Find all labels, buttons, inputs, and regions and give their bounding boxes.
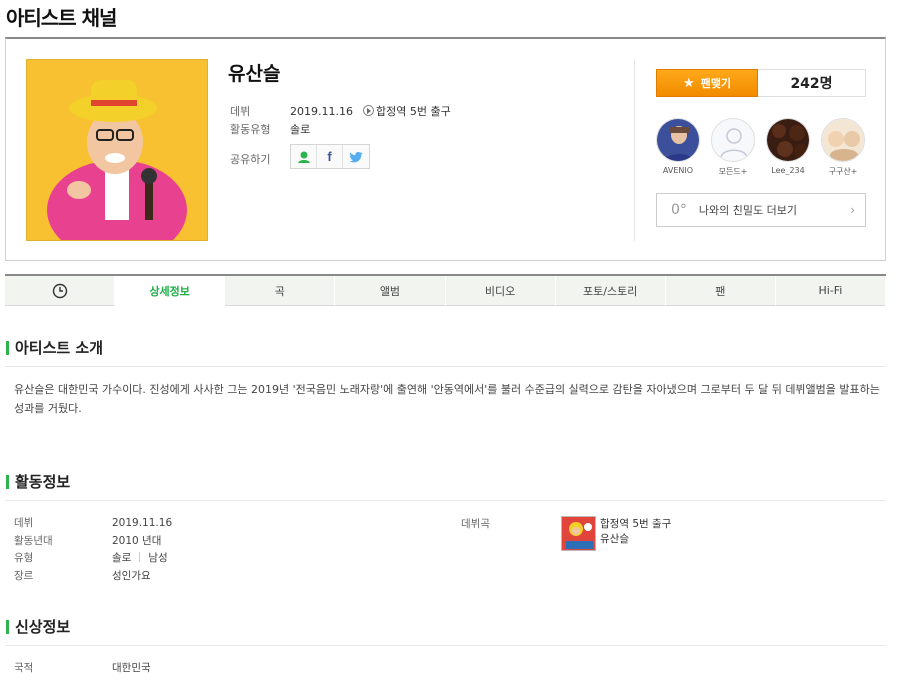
fan-button-label: 팬맺기 [700,77,732,90]
avatar[interactable] [821,118,865,162]
play-icon[interactable] [362,105,374,116]
activity-genre-value: 성인가요 [112,569,151,582]
debut-song-info: 합정역 5번 출구 유산슬 [600,517,671,547]
section-divider [5,500,886,501]
album-thumbnail[interactable] [561,516,596,551]
share-twitter-button[interactable] [343,145,369,168]
share-friend-button[interactable] [291,145,317,168]
section-divider [5,645,886,646]
activity-type-label: 유형 [14,552,34,564]
share-label: 공유하기 [230,153,271,166]
fan-item[interactable]: Lee_234 [766,118,810,177]
friend-icon [297,151,310,163]
fan-name[interactable]: 구구산+ [821,166,865,177]
fan-item[interactable]: 모든드+ [711,118,755,177]
artist-photo-illustration [27,60,207,240]
fan-button[interactable]: ★ 팬맺기 [656,69,758,97]
intro-text: 유산슬은 대한민국 가수이다. 진성에게 사사한 그는 2019년 '전국음민 … [14,383,880,415]
avatar[interactable] [656,118,700,162]
activity-type-row: 유형 솔로 남성 [14,550,172,568]
personal-section-title: 신상정보 [6,616,70,637]
facebook-icon: f [327,149,332,164]
debut-date: 2019.11.16 [290,105,353,118]
artist-tabs: 상세정보 곡 앨범 비디오 포토/스토리 팬 Hi-Fi [5,274,886,306]
activity-genre-label: 장르 [14,569,34,582]
closeness-degree: 0° [671,202,687,218]
debut-song-link[interactable]: 합정역 5번 출구 [362,105,451,118]
tab-photo-story[interactable]: 포토/스토리 [555,276,666,306]
activity-section-title: 활동정보 [6,471,70,492]
tab-videos[interactable]: 비디오 [445,276,556,306]
activity-info: 데뷔 2019.11.16 활동년대 2010 년대 유형 솔로 남성 장르 성인가요 [14,515,172,585]
debut-song-label: 데뷔곡 [461,518,490,530]
debut-song-title[interactable]: 합정역 5번 출구 [376,105,451,118]
fan-name[interactable]: Lee_234 [766,166,810,175]
personal-info: 국적 대한민국 [14,660,151,678]
tab-albums[interactable]: 앨범 [335,276,446,306]
twitter-icon [349,151,363,162]
fan-item[interactable]: AVENIO [656,118,700,177]
nationality-row: 국적 대한민국 [14,660,151,678]
activity-debut-label: 데뷔 [14,517,34,529]
share-buttons: f [290,144,370,169]
activity-debut-value: 2019.11.16 [112,517,173,529]
share-row: 공유하기 [230,151,290,167]
section-divider [5,366,886,367]
page-title: 아티스트 채널 [6,6,117,30]
clock-icon [52,283,67,298]
fan-item[interactable]: 구구산+ [821,118,865,177]
artist-name: 유산슬 [228,63,281,85]
nationality-label: 국적 [14,662,34,674]
debut-song-artist-link[interactable]: 유산슬 [600,532,671,547]
fan-count: 242명 [758,69,866,97]
fan-name[interactable]: 모든드+ [711,166,755,177]
debut-song-title-link[interactable]: 합정역 5번 출구 [600,517,671,532]
tab-detail[interactable]: 상세정보 [115,276,226,306]
type-value: 솔로 [290,123,311,136]
type-row: 활동유형 솔로 [230,121,310,137]
artist-profile-box: 유산슬 데뷔 2019.11.16 합정역 5번 출구 활동유형 솔로 공유하기 f … [5,37,886,261]
fan-list: AVENIO 모든드+ Lee_234 구구산+ [656,118,865,177]
divider [634,59,635,241]
avatar[interactable] [711,118,755,162]
separator [139,552,141,562]
type-label: 활동유형 [230,123,271,136]
closeness-more-button[interactable]: 0° 나와의 친밀도 더보기 › [656,193,866,227]
activity-era-label: 활동년대 [14,534,53,547]
chevron-right-icon: › [850,203,855,217]
activity-type-value1: 솔로 [112,552,132,564]
activity-genre-row: 장르 성인가요 [14,568,172,586]
closeness-label: 나와의 친밀도 더보기 [698,204,797,217]
star-icon: ★ [682,75,695,91]
debut-row: 데뷔 2019.11.16 합정역 5번 출구 [230,103,451,119]
debut-label: 데뷔 [230,105,251,118]
tab-songs[interactable]: 곡 [225,276,336,306]
share-facebook-button[interactable]: f [317,145,343,168]
activity-debut-row: 데뷔 2019.11.16 [14,515,172,533]
tab-history[interactable] [5,276,116,306]
activity-era-row: 활동년대 2010 년대 [14,533,172,551]
fan-name[interactable]: AVENIO [656,166,700,175]
activity-type-value2: 남성 [148,552,168,564]
activity-era-value: 2010 년대 [112,534,162,547]
artist-photo[interactable] [26,59,208,241]
tab-hifi[interactable]: Hi-Fi [775,276,886,306]
intro-section-title: 아티스트 소개 [6,337,103,358]
nationality-value: 대한민국 [112,662,151,674]
avatar[interactable] [766,118,810,162]
tab-fans[interactable]: 팬 [665,276,776,306]
